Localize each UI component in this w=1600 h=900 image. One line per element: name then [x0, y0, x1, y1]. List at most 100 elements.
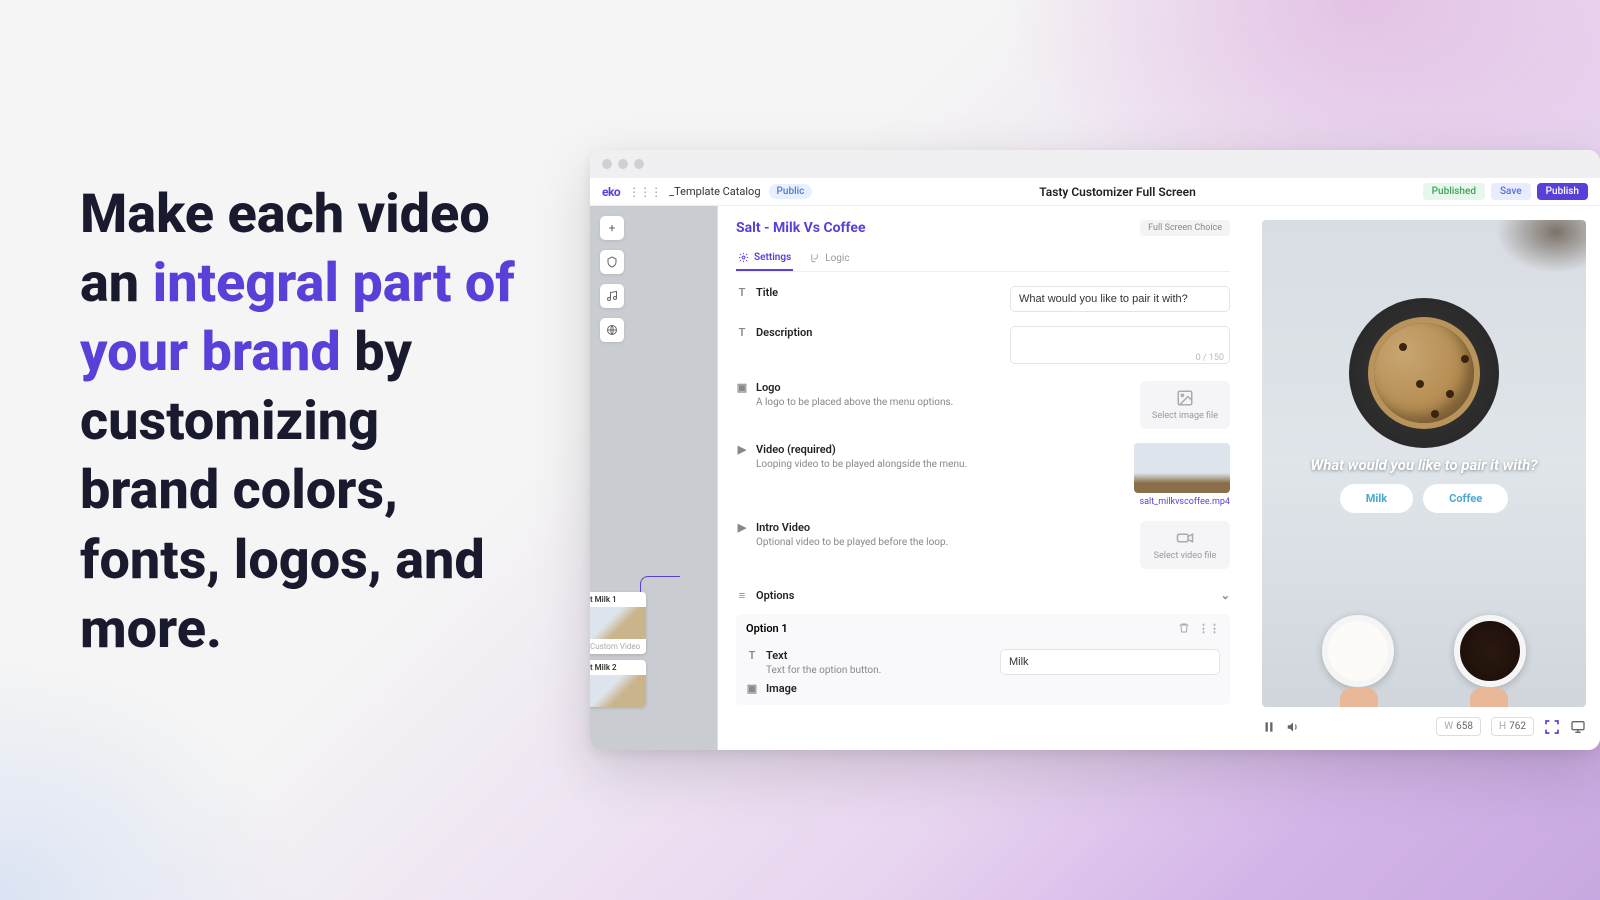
desc-label: Description: [756, 326, 812, 339]
app-body: + t Milk 1 Custom Video t Milk 2: [590, 206, 1600, 750]
page-title: Tasty Customizer Full Screen: [820, 185, 1414, 199]
preview-controls: W658 H762: [1262, 707, 1586, 736]
option-image-field: ▣ Image: [746, 682, 1220, 695]
image-icon: ▣: [746, 682, 758, 695]
tab-logic[interactable]: Logic: [807, 246, 851, 271]
canvas-node-1[interactable]: t Milk 1 Custom Video: [590, 592, 646, 654]
drag-handle-icon[interactable]: ⋮⋮: [1198, 622, 1220, 635]
video-thumb-image: [1134, 443, 1230, 493]
node-label-2: t Milk 2: [590, 660, 646, 675]
milk-cup: [1322, 615, 1394, 687]
tab-settings-label: Settings: [754, 252, 791, 263]
status-pill: Published: [1423, 183, 1485, 200]
preview-surface: What would you like to pair it with? Mil…: [1262, 220, 1586, 707]
field-intro-video: ▶ Intro Video Optional video to be played…: [736, 521, 1230, 569]
choice-coffee-button[interactable]: Coffee: [1423, 484, 1508, 513]
canvas-node-2[interactable]: t Milk 2: [590, 660, 646, 707]
video-camera-icon: [1145, 529, 1225, 547]
breadcrumb[interactable]: _Template Catalog: [669, 185, 760, 198]
video-sub: Looping video to be played alongside the…: [756, 459, 1124, 470]
gear-icon: [738, 252, 749, 263]
option-1-block: Option 1 ⋮⋮ T Text Text for the option bu…: [736, 614, 1230, 705]
width-badge: W658: [1436, 717, 1481, 736]
field-title: T Title: [736, 286, 1230, 312]
node-label-1: t Milk 1: [590, 592, 646, 607]
volume-icon[interactable]: [1286, 720, 1300, 734]
device-icon[interactable]: [1570, 719, 1586, 735]
options-section-head[interactable]: ≡ Options ⌄: [736, 585, 1230, 606]
play-icon: ▶: [736, 521, 748, 534]
option-text-field: T Text Text for the option button.: [746, 649, 1220, 676]
intro-sub: Optional video to be played before the l…: [756, 537, 1130, 548]
chevron-down-icon: ⌄: [1221, 589, 1230, 602]
node-hint-1: Custom Video: [590, 639, 646, 654]
visibility-badge[interactable]: Public: [769, 184, 813, 199]
cookies: [1374, 323, 1474, 423]
settings-panel: Salt - Milk Vs Coffee Full Screen Choice…: [718, 206, 1248, 750]
topbar: eko ⋮⋮⋮ _Template Catalog Public Tasty C…: [590, 178, 1600, 206]
title-label: Title: [756, 286, 778, 299]
publish-button[interactable]: Publish: [1537, 183, 1588, 200]
text-icon: T: [746, 649, 758, 662]
overlay-buttons: Milk Coffee: [1262, 484, 1586, 513]
node-title: Salt - Milk Vs Coffee: [736, 220, 866, 236]
intro-upload[interactable]: Select video file: [1140, 521, 1230, 569]
play-icon: ▶: [736, 443, 748, 456]
grip-icon[interactable]: ⋮⋮⋮: [628, 185, 661, 199]
video-filename: salt_milkvscoffee.mp4: [1134, 497, 1230, 507]
intro-label: Intro Video: [756, 521, 810, 534]
tab-logic-label: Logic: [825, 253, 849, 264]
height-badge: H762: [1491, 717, 1534, 736]
text-icon: T: [736, 326, 748, 339]
logo-upload-label: Select image file: [1152, 411, 1218, 421]
pause-icon[interactable]: [1262, 720, 1276, 734]
field-video: ▶ Video (required) Looping video to be pl…: [736, 443, 1230, 507]
app-window: eko ⋮⋮⋮ _Template Catalog Public Tasty C…: [590, 150, 1600, 750]
option-1-title: Option 1: [746, 622, 788, 635]
field-logo: ▣ Logo A logo to be placed above the menu…: [736, 381, 1230, 429]
logo-upload[interactable]: Select image file: [1140, 381, 1230, 429]
music-icon[interactable]: [600, 284, 624, 308]
marketing-copy: Make each video an integral part of your…: [80, 180, 520, 664]
title-input[interactable]: [1010, 286, 1230, 312]
option-image-label: Image: [766, 682, 797, 695]
text-icon: T: [736, 286, 748, 299]
hand-left: [1340, 687, 1378, 707]
logo-label: Logo: [756, 381, 781, 394]
preview-panel: What would you like to pair it with? Mil…: [1248, 206, 1600, 750]
overlay-question: What would you like to pair it with?: [1262, 456, 1586, 474]
canvas-nodes: t Milk 1 Custom Video t Milk 2: [590, 586, 717, 713]
brand-logo[interactable]: eko: [602, 185, 620, 199]
coffee-beans-decoration: [1486, 220, 1586, 280]
traffic-light-max[interactable]: [634, 159, 644, 169]
traffic-light-close[interactable]: [602, 159, 612, 169]
node-thumb-1: [590, 607, 646, 639]
fullscreen-icon[interactable]: [1544, 719, 1560, 735]
list-icon: ≡: [736, 589, 748, 602]
branch-icon: [809, 253, 820, 264]
option-text-input[interactable]: [1000, 649, 1220, 675]
traffic-light-min[interactable]: [618, 159, 628, 169]
desc-counter: 0 / 150: [1196, 353, 1224, 363]
window-titlebar: [590, 150, 1600, 178]
panel-tabs: Settings Logic: [736, 246, 1230, 272]
field-description: T Description 0 / 150: [736, 326, 1230, 367]
shield-icon[interactable]: [600, 250, 624, 274]
save-button[interactable]: Save: [1491, 183, 1531, 200]
video-label: Video (required): [756, 443, 836, 456]
coffee-cup: [1454, 615, 1526, 687]
options-label: Options: [756, 589, 794, 602]
add-node-button[interactable]: +: [600, 216, 624, 240]
choice-milk-button[interactable]: Milk: [1340, 484, 1413, 513]
globe-icon[interactable]: [600, 318, 624, 342]
node-thumb-2: [590, 675, 646, 707]
option-text-label: Text: [766, 649, 787, 662]
intro-upload-label: Select video file: [1154, 551, 1217, 561]
image-icon: ▣: [736, 381, 748, 394]
trash-icon[interactable]: [1178, 622, 1190, 635]
tab-settings[interactable]: Settings: [736, 246, 793, 271]
option-text-sub: Text for the option button.: [766, 665, 990, 676]
left-rail: + t Milk 1 Custom Video t Milk 2: [590, 206, 718, 750]
logo-sub: A logo to be placed above the menu optio…: [756, 397, 1130, 408]
video-thumb[interactable]: salt_milkvscoffee.mp4: [1134, 443, 1230, 507]
